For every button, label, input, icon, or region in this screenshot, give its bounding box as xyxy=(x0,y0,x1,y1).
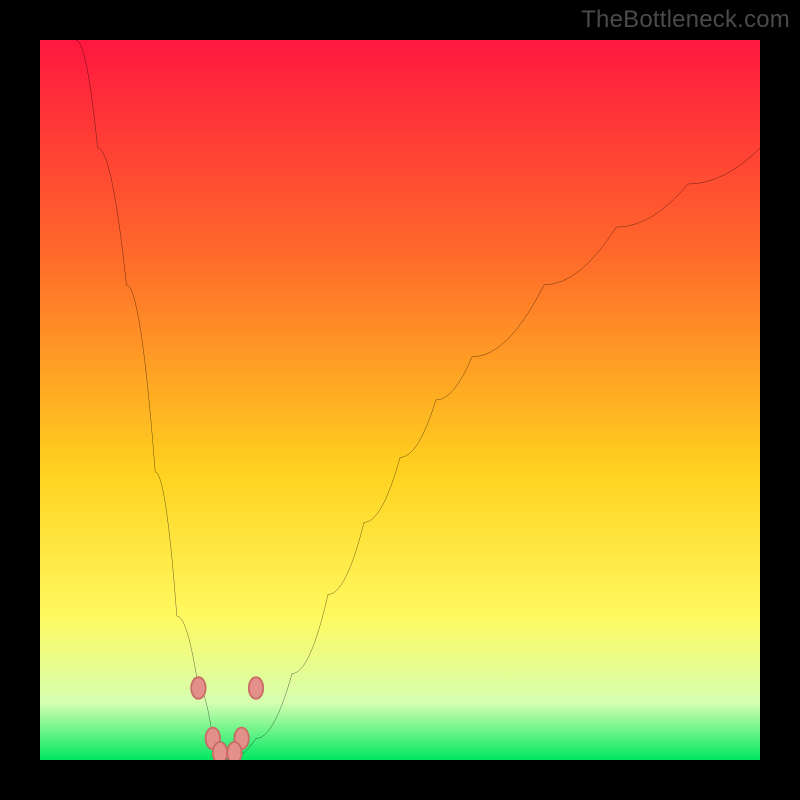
curve-marker xyxy=(249,677,263,699)
curve-marker xyxy=(191,677,205,699)
watermark-text: TheBottleneck.com xyxy=(581,6,790,34)
curve-marker xyxy=(213,742,227,760)
chart-frame: TheBottleneck.com xyxy=(0,0,800,800)
gradient-background xyxy=(40,40,760,760)
bottleneck-chart xyxy=(40,40,760,760)
curve-marker xyxy=(227,742,241,760)
